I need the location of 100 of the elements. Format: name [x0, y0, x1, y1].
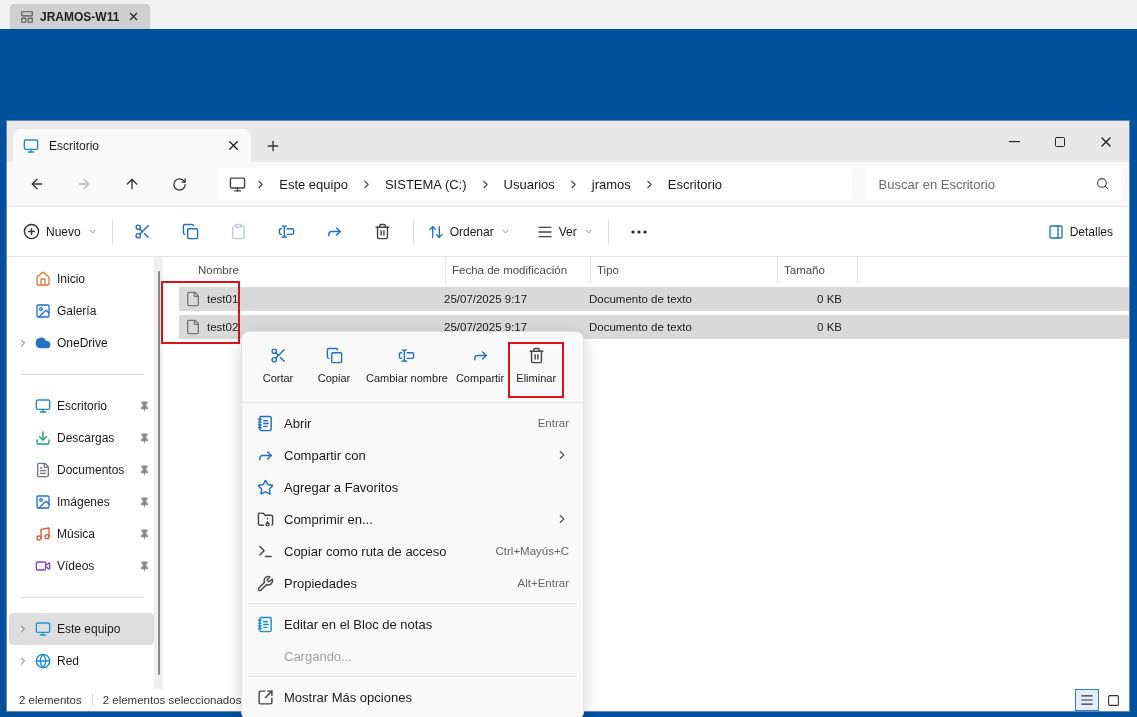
cut-icon — [134, 223, 152, 240]
picture-icon — [35, 303, 51, 319]
sidebar-item[interactable]: Red — [9, 645, 154, 677]
video-icon — [35, 558, 51, 574]
breadcrumb-item[interactable]: SISTEMA (C:) — [380, 176, 471, 192]
menu-item[interactable]: Copiar como ruta de acceso Ctrl+Mayús+C — [246, 535, 579, 567]
sidebar-item[interactable]: Vídeos — [9, 550, 154, 582]
clipboard-icon — [230, 223, 248, 240]
new-tab-button[interactable] — [265, 138, 281, 154]
cut-icon — [269, 347, 287, 364]
trash-icon — [374, 223, 392, 240]
desktop-icon — [35, 398, 51, 414]
status-text: 2 elementos — [19, 694, 93, 706]
maximize-icon — [1054, 135, 1066, 148]
session-tab[interactable]: JRAMOS-W11 — [10, 4, 150, 29]
column-header[interactable]: Tipo — [591, 257, 778, 283]
lines-icon — [1080, 693, 1094, 707]
column-header[interactable]: Fecha de modificación — [446, 257, 591, 283]
sidebar-item[interactable]: Escritorio — [9, 390, 154, 422]
menu-item[interactable]: Editar en el Bloc de notas — [246, 608, 579, 640]
table-cell-text: 0 KB — [816, 320, 843, 335]
search-field[interactable]: Buscar en Escritorio — [864, 168, 1121, 200]
view-button[interactable]: Ver — [528, 214, 602, 249]
shortcut-text: Alt+Entrar — [517, 577, 569, 589]
more-icon — [630, 229, 647, 234]
sidebar-item[interactable]: Documentos — [9, 454, 154, 486]
pin-icon — [139, 496, 150, 508]
copy-icon — [325, 347, 343, 364]
details-view-button[interactable] — [1075, 689, 1099, 711]
rename-icon — [398, 347, 416, 364]
menu-item[interactable]: Comprimir en... — [246, 503, 579, 535]
menu-item[interactable]: Agregar a Favoritos — [246, 471, 579, 503]
session-tab-title: JRAMOS-W11 — [40, 9, 120, 24]
sidebar-item[interactable]: Galería — [9, 295, 154, 327]
menu-item[interactable]: Compartir con — [246, 439, 579, 471]
notepad-icon — [256, 414, 274, 432]
quick-action-button[interactable]: Cortar — [250, 342, 306, 398]
table-cell-text: Documento de texto — [588, 320, 693, 335]
cloud-icon — [35, 335, 51, 351]
pin-icon — [139, 528, 150, 540]
column-header[interactable]: Tamaño — [778, 257, 858, 283]
breadcrumb-item[interactable]: Escritorio — [663, 176, 727, 192]
file-row[interactable]: test01 25/07/2025 9:17 Documento de texto 0 KB — [179, 287, 1129, 311]
sidebar-item[interactable]: Descargas — [9, 422, 154, 454]
table-cell-text: 25/07/2025 9:17 — [443, 292, 529, 307]
new-button[interactable]: Nuevo — [15, 214, 106, 249]
close-icon — [127, 10, 140, 23]
table-cell-text: 25/07/2025 9:17 — [443, 320, 529, 335]
pin-icon — [139, 400, 150, 412]
trash-icon — [527, 347, 545, 364]
computer-icon — [35, 621, 51, 637]
menu-item[interactable]: Abrir Entrar — [246, 407, 579, 439]
pin-icon — [139, 432, 150, 444]
address-bar[interactable]: Este equipo SISTEMA (C:) Usuarios jramos Escritorio — [217, 168, 852, 200]
pin-icon — [139, 560, 150, 572]
file-name: test01 — [179, 287, 438, 311]
column-header[interactable]: Nombre — [171, 257, 446, 283]
star-icon — [256, 478, 274, 496]
copy-icon — [182, 223, 200, 240]
document-icon — [35, 462, 51, 478]
breadcrumb-item[interactable]: Usuarios — [499, 176, 559, 192]
quick-action-button[interactable]: Copiar — [306, 342, 362, 398]
menu-item[interactable]: Propiedades Alt+Entrar — [246, 567, 579, 599]
sort-button[interactable]: Ordenar — [419, 214, 519, 249]
computer-icon — [229, 175, 247, 193]
home-icon — [35, 271, 51, 287]
plus-circle-icon — [23, 223, 40, 240]
pin-icon — [139, 464, 150, 476]
quick-action-button[interactable]: Compartir — [451, 342, 509, 398]
rename-icon — [278, 223, 296, 240]
sidebar-item[interactable]: Este equipo — [9, 613, 154, 645]
sidebar-item[interactable]: Música — [9, 518, 154, 550]
zip-folder-icon — [256, 510, 274, 528]
sidebar-item[interactable]: OneDrive — [9, 327, 154, 359]
wrench-icon — [256, 574, 274, 592]
window-tab[interactable]: Escritorio — [13, 129, 251, 162]
shortcut-text: Ctrl+Mayús+C — [495, 545, 569, 557]
notepad-icon — [256, 615, 274, 633]
quick-action-button[interactable]: Eliminar — [508, 342, 565, 398]
table-cell-text: 0 KB — [816, 292, 843, 307]
breadcrumb-item[interactable]: jramos — [587, 176, 635, 192]
text-file-icon — [185, 319, 201, 335]
search-icon — [1096, 177, 1109, 190]
music-icon — [35, 526, 51, 542]
panel-icon — [1047, 223, 1064, 240]
sidebar-item[interactable]: Inicio — [9, 263, 154, 295]
refresh-icon — [171, 176, 187, 192]
window-grid-icon — [20, 9, 34, 24]
text-file-icon — [185, 291, 201, 307]
breadcrumb-item[interactable]: Este equipo — [275, 176, 352, 192]
square-icon — [1106, 693, 1120, 707]
network-icon — [35, 653, 51, 669]
desktop-icon — [23, 137, 39, 154]
scrollbar[interactable] — [154, 257, 163, 689]
close-icon — [226, 138, 241, 153]
minimize-icon — [1008, 140, 1020, 143]
quick-action-button[interactable]: Cambiar nombre — [362, 342, 452, 398]
sidebar-item[interactable]: Imágenes — [9, 486, 154, 518]
shortcut-text: Entrar — [537, 417, 569, 429]
details-button[interactable]: Detalles — [1039, 214, 1121, 249]
